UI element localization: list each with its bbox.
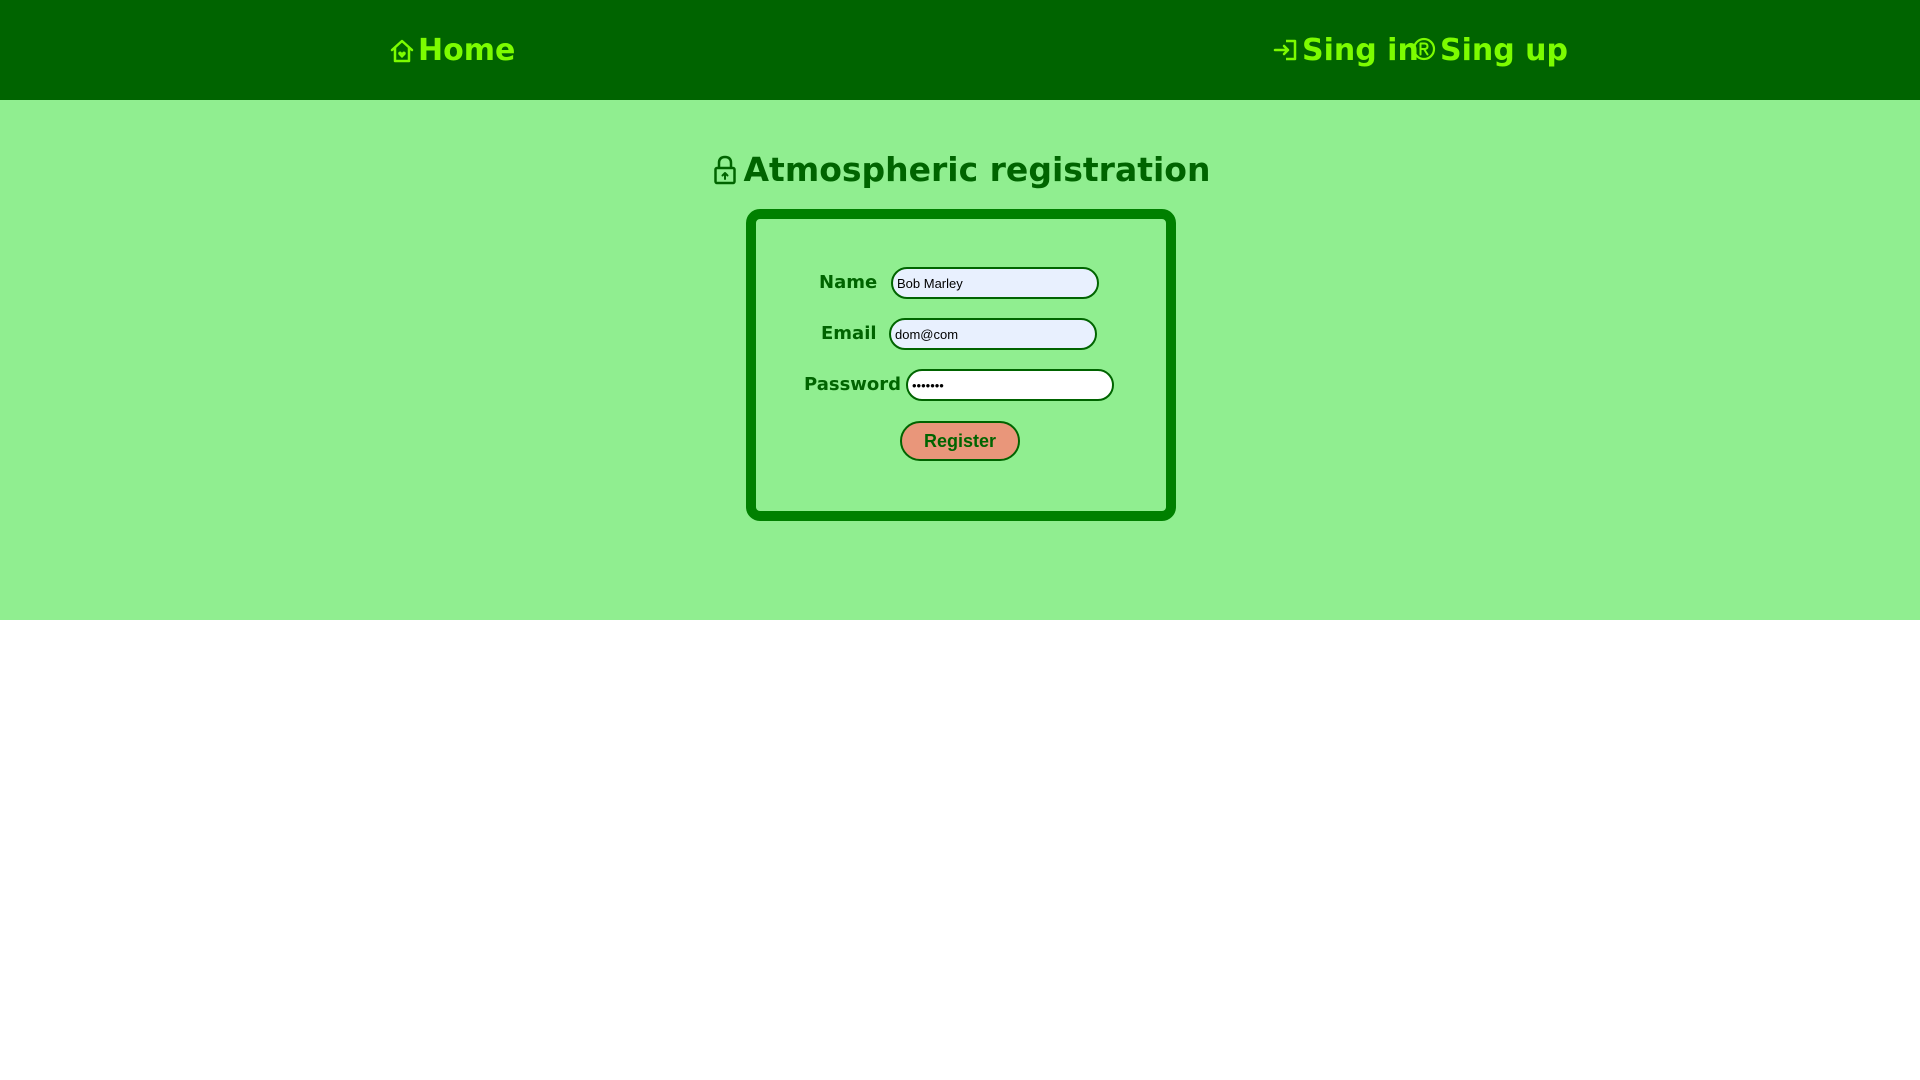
home-link[interactable]: Home	[388, 30, 515, 72]
home-link-label: Home	[418, 33, 516, 68]
home-icon	[388, 30, 416, 72]
register-button[interactable]: Register	[900, 421, 1020, 461]
sign-up-link[interactable]: Sing up	[1410, 30, 1568, 72]
sign-in-link-label: Sing in	[1302, 33, 1419, 68]
registered-icon	[1410, 30, 1438, 72]
lock-icon	[710, 150, 740, 190]
sign-up-link-label: Sing up	[1440, 33, 1568, 68]
sign-in-icon	[1272, 30, 1300, 72]
email-input[interactable]	[889, 318, 1097, 350]
registration-form: Name Email Password Register	[746, 209, 1176, 521]
main-content: Atmospheric registration Name Email Pass…	[0, 100, 1920, 620]
page-title: Atmospheric registration	[0, 148, 1920, 192]
password-label: Password	[804, 374, 902, 395]
page-title-text: Atmospheric registration	[743, 150, 1211, 189]
email-label: Email	[821, 323, 877, 344]
password-input[interactable]	[906, 369, 1114, 401]
top-navigation-bar: Home Sing in Sing up	[0, 0, 1920, 100]
name-input[interactable]	[891, 267, 1099, 299]
name-label: Name	[819, 272, 878, 293]
sign-in-link[interactable]: Sing in	[1272, 30, 1419, 72]
